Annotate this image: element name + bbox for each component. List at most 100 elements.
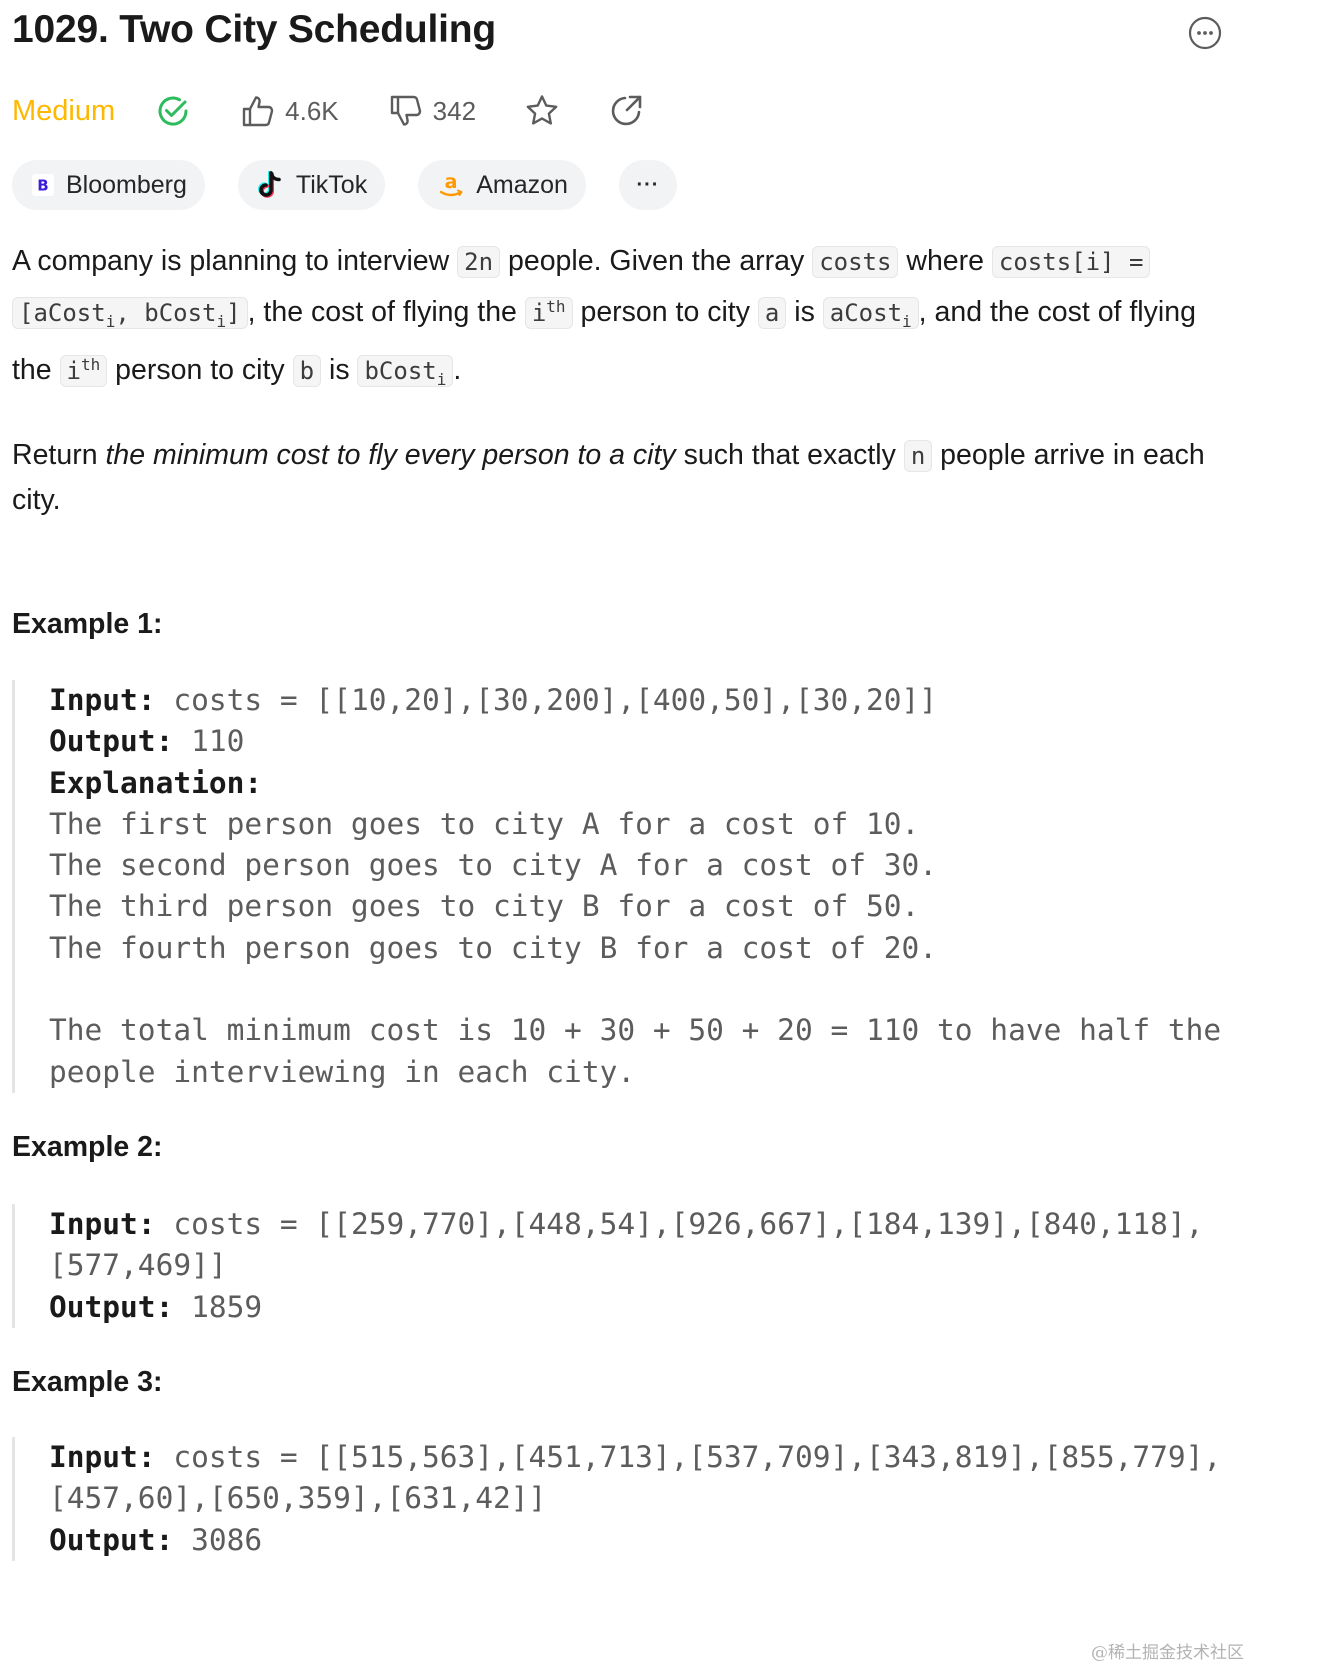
dislike-button[interactable]: 342 bbox=[389, 94, 476, 128]
example-block: Input: costs = [[10,20],[30,200],[400,50… bbox=[12, 680, 1232, 1093]
title-row: 1029. Two City Scheduling bbox=[12, 0, 1318, 66]
solved-check-icon bbox=[155, 93, 191, 129]
input-value: costs = [[10,20],[30,200],[400,50],[30,2… bbox=[155, 683, 938, 717]
code-part: ] bbox=[226, 298, 241, 327]
statement-text: is bbox=[786, 295, 823, 328]
inline-code: [aCosti, bCosti] bbox=[12, 296, 248, 331]
statement-text: . bbox=[453, 353, 462, 386]
code-subscript: i bbox=[216, 311, 227, 331]
statement-emphasis: the minimum cost to fly every person to … bbox=[105, 439, 676, 472]
statement-text: , the cost of flying the bbox=[247, 295, 525, 328]
code-subscript: i bbox=[436, 369, 447, 389]
difficulty-badge: Medium bbox=[12, 94, 116, 127]
tiktok-logo-icon bbox=[257, 171, 284, 199]
favorite-star-icon[interactable] bbox=[524, 93, 560, 129]
problem-title[interactable]: 1029. Two City Scheduling bbox=[12, 8, 496, 52]
thumbs-up-icon bbox=[241, 94, 275, 128]
watermark: @稀土掘金技术社区 bbox=[1091, 1643, 1244, 1663]
input-label: Input: bbox=[49, 1440, 156, 1474]
like-count: 4.6K bbox=[285, 95, 339, 126]
company-tags: B Bloomberg TikTok a Amazon ··· bbox=[12, 160, 710, 210]
amazon-logo-icon: a bbox=[438, 171, 464, 199]
statement-text: person to city bbox=[107, 353, 293, 386]
inline-code: costs bbox=[812, 246, 899, 278]
statement-text: A company is planning to interview bbox=[12, 245, 458, 277]
code-superscript: th bbox=[546, 296, 566, 316]
input-label: Input: bbox=[49, 1207, 156, 1241]
company-tag-label: Bloomberg bbox=[66, 170, 187, 199]
inline-code: ith bbox=[524, 296, 573, 329]
example-input-line: Input: costs = [[515,563],[451,713],[537… bbox=[49, 1437, 1232, 1520]
code-part: i bbox=[66, 356, 81, 385]
problem-meta-row: Medium 4.6K 342 bbox=[12, 88, 644, 134]
code-part: bCost bbox=[364, 356, 437, 385]
example-heading: Example 2: bbox=[12, 1131, 163, 1163]
example-output-line: Output: 110 bbox=[49, 721, 1232, 762]
code-subscript: i bbox=[902, 311, 912, 331]
explanation-line: The second person goes to city A for a c… bbox=[49, 848, 938, 883]
code-part: aCost bbox=[829, 298, 903, 327]
svg-text:B: B bbox=[37, 177, 48, 195]
statement-text: such that exactly bbox=[675, 439, 904, 472]
code-part: i bbox=[531, 298, 547, 327]
statement-text: Return bbox=[12, 439, 106, 472]
more-tags-button[interactable]: ··· bbox=[618, 160, 677, 210]
code-part: [aCost bbox=[19, 298, 106, 327]
problem-statement: A company is planning to interview 2n pe… bbox=[12, 240, 1212, 522]
statement-paragraph-1: A company is planning to interview 2n pe… bbox=[12, 240, 1212, 401]
inline-code: 2n bbox=[457, 246, 501, 278]
statement-text: person to city bbox=[572, 295, 758, 328]
bloomberg-logo-icon: B bbox=[32, 174, 54, 196]
output-value: 110 bbox=[173, 724, 245, 759]
code-superscript: th bbox=[81, 354, 101, 374]
input-label: Input: bbox=[49, 683, 156, 717]
company-tag-label: TikTok bbox=[295, 170, 368, 199]
example-block: Input: costs = [[515,563],[451,713],[537… bbox=[12, 1437, 1232, 1561]
inline-code: costs[i] = bbox=[991, 246, 1151, 278]
ellipsis-icon: ··· bbox=[636, 173, 660, 196]
like-button[interactable]: 4.6K bbox=[241, 94, 339, 128]
dislike-count: 342 bbox=[432, 95, 477, 126]
explanation-line: The first person goes to city A for a co… bbox=[49, 806, 920, 841]
company-tag-amazon[interactable]: a Amazon bbox=[418, 160, 586, 210]
explanation-label: Explanation: bbox=[49, 765, 263, 800]
output-label: Output: bbox=[49, 1522, 174, 1557]
example-heading: Example 1: bbox=[12, 608, 163, 640]
inline-code: n bbox=[903, 440, 933, 473]
thumbs-down-icon bbox=[389, 94, 423, 128]
problem-description-panel: 1029. Two City Scheduling Medium 4.6K 34… bbox=[0, 0, 1330, 1666]
output-value: 1859 bbox=[173, 1289, 263, 1324]
output-value: 3086 bbox=[173, 1522, 263, 1557]
inline-code: bCosti bbox=[357, 354, 454, 389]
statement-paragraph-2: Return the minimum cost to fly every per… bbox=[12, 434, 1212, 522]
example-heading: Example 3: bbox=[12, 1366, 163, 1398]
inline-code: ith bbox=[59, 354, 108, 387]
company-tag-bloomberg[interactable]: B Bloomberg bbox=[12, 160, 205, 210]
example-input-line: Input: costs = [[10,20],[30,200],[400,50… bbox=[49, 680, 1232, 721]
statement-text: is bbox=[321, 353, 358, 386]
inline-code: b bbox=[292, 354, 322, 387]
example-input-line: Input: costs = [[259,770],[448,54],[926,… bbox=[49, 1204, 1232, 1287]
code-part: , bCost bbox=[115, 298, 217, 327]
input-value: costs = [[259,770],[448,54],[926,667],[1… bbox=[49, 1207, 1204, 1283]
example-output-line: Output: 1859 bbox=[49, 1287, 1232, 1328]
code-subscript: i bbox=[105, 311, 116, 331]
explanation-line: The third person goes to city B for a co… bbox=[49, 889, 920, 924]
svg-text:a: a bbox=[445, 171, 458, 193]
company-tag-tiktok[interactable]: TikTok bbox=[237, 160, 386, 210]
inline-code: aCosti bbox=[822, 296, 919, 331]
more-options-icon[interactable] bbox=[1188, 16, 1222, 50]
output-label: Output: bbox=[49, 724, 174, 759]
company-tag-label: Amazon bbox=[476, 170, 568, 199]
output-label: Output: bbox=[49, 1289, 174, 1324]
explanation-summary: The total minimum cost is 10 + 30 + 50 +… bbox=[49, 1013, 1239, 1089]
share-icon[interactable] bbox=[608, 93, 644, 129]
inline-code: a bbox=[757, 296, 787, 329]
example-output-line: Output: 3086 bbox=[49, 1520, 1232, 1561]
example-block: Input: costs = [[259,770],[448,54],[926,… bbox=[12, 1204, 1232, 1328]
explanation-line: The fourth person goes to city B for a c… bbox=[49, 930, 938, 965]
statement-text: people. Given the array bbox=[500, 245, 813, 277]
statement-text: where bbox=[898, 245, 992, 277]
input-value: costs = [[515,563],[451,713],[537,709],[… bbox=[49, 1440, 1222, 1516]
